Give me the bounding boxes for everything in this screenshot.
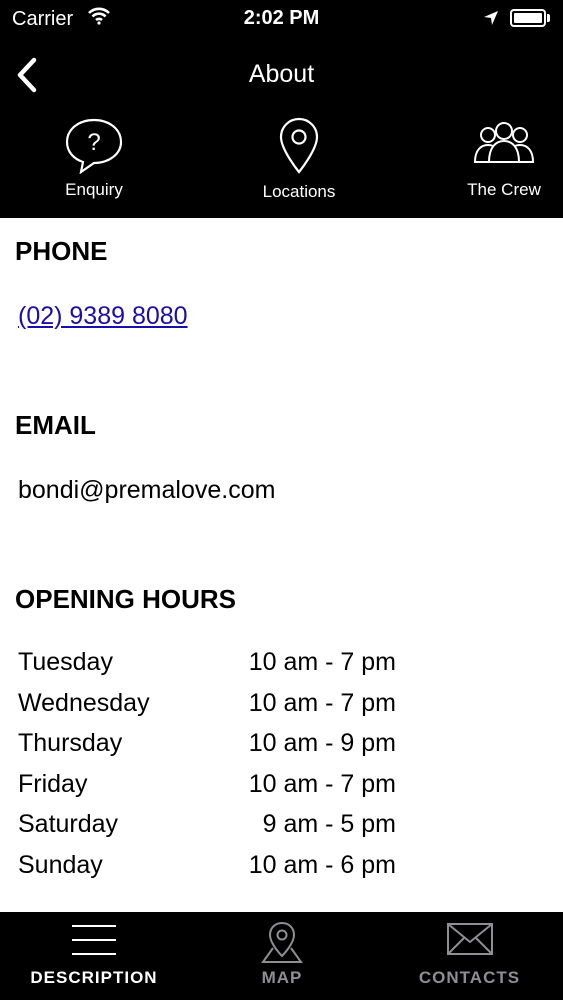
- hours-time: 9 am - 5 pm: [262, 810, 396, 838]
- envelope-icon: [446, 923, 493, 955]
- hours-day: Tuesday: [18, 648, 113, 676]
- hours-day: Wednesday: [18, 688, 150, 717]
- the-crew-button[interactable]: The Crew: [434, 116, 563, 200]
- map-pin-icon: [261, 921, 303, 963]
- tab-description-label: DESCRIPTION: [30, 968, 158, 987]
- phone-link[interactable]: (02) 9389 8080: [18, 302, 188, 331]
- top-bar: Carrier 2:02 PM About ? Enquiry Location…: [0, 0, 563, 218]
- hours-day: Sunday: [18, 850, 103, 879]
- hours-time: 10 am - 9 pm: [248, 729, 396, 757]
- enquiry-label: Enquiry: [65, 180, 123, 199]
- hours-time: 10 am - 6 pm: [248, 850, 396, 879]
- location-arrow-icon: [483, 10, 499, 31]
- locations-button[interactable]: Locations: [229, 116, 369, 202]
- tab-contacts[interactable]: CONTACTS: [376, 912, 563, 1000]
- enquiry-button[interactable]: ? Enquiry: [24, 116, 164, 200]
- phone-heading: PHONE: [15, 236, 108, 266]
- locations-label: Locations: [262, 182, 336, 201]
- hours-day: Thursday: [18, 729, 123, 757]
- people-group-icon: [473, 122, 535, 163]
- tab-map[interactable]: MAP: [188, 912, 376, 1000]
- tab-map-label: MAP: [261, 968, 303, 987]
- page-title: About: [248, 60, 315, 88]
- hours-time: 10 am - 7 pm: [248, 648, 396, 676]
- svg-text:?: ?: [87, 129, 100, 156]
- hours-day: Saturday: [18, 810, 119, 838]
- email-address: bondi@premalove.com: [18, 476, 276, 504]
- battery-icon: [510, 9, 546, 27]
- about-content: PHONE (02) 9389 8080 EMAIL bondi@premalo…: [0, 218, 563, 912]
- tab-description[interactable]: DESCRIPTION: [0, 912, 188, 1000]
- question-bubble-icon: ?: [65, 118, 123, 174]
- the-crew-label: The Crew: [467, 180, 541, 199]
- status-time: 2:02 PM: [243, 7, 320, 29]
- opening-hours-heading: OPENING HOURS: [15, 584, 237, 614]
- menu-lines-icon: [72, 925, 116, 955]
- hours-time: 10 am - 7 pm: [248, 769, 396, 798]
- email-heading: EMAIL: [15, 410, 96, 440]
- status-bar: Carrier 2:02 PM: [0, 0, 563, 38]
- tab-contacts-label: CONTACTS: [418, 968, 521, 987]
- tab-bar: DESCRIPTION MAP CONTACTS: [0, 912, 563, 1000]
- hours-day: Friday: [18, 769, 88, 798]
- hours-time: 10 am - 7 pm: [248, 688, 396, 717]
- location-pin-icon: [279, 117, 319, 174]
- battery-tip: [547, 14, 550, 22]
